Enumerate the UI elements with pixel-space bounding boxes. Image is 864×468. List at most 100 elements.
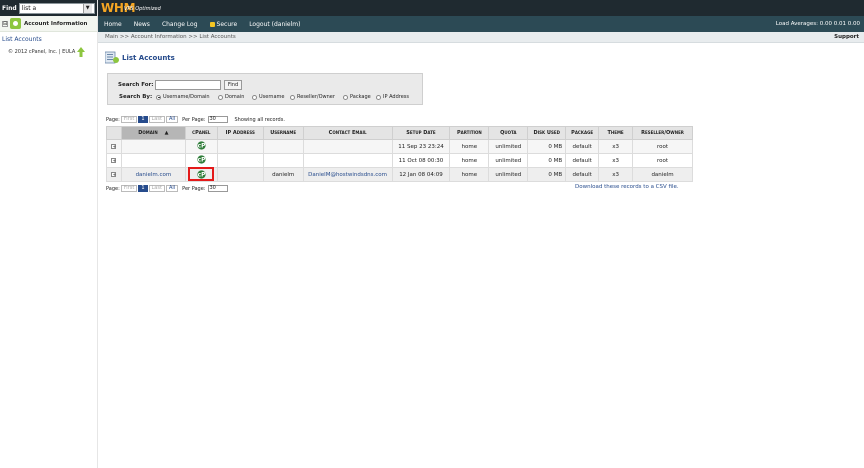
radio-dot[interactable] <box>156 94 161 100</box>
expand-icon[interactable]: + <box>111 143 117 149</box>
svg-text:cP: cP <box>197 144 205 150</box>
collapse-icon[interactable]: ⊟ <box>2 20 8 27</box>
list-accounts-icon <box>105 51 119 64</box>
col-setup-date[interactable]: Setup Date <box>391 126 451 140</box>
radio-dot[interactable] <box>376 94 381 100</box>
per-page-input[interactable]: 30 <box>207 116 228 123</box>
col-expand <box>106 126 122 140</box>
cpanel-link[interactable]: cP <box>197 155 206 164</box>
page-label: Page: <box>106 185 120 192</box>
pager-bottom: Page: First 1 Last All Per Page: 30 <box>106 185 228 192</box>
nav-logout[interactable]: Logout (danielm) <box>249 21 300 28</box>
nav-change-log[interactable]: Change Log <box>162 21 198 28</box>
pager-first[interactable]: First <box>120 185 138 192</box>
pager-current[interactable]: 1 <box>138 185 148 192</box>
domain-cell[interactable] <box>120 153 186 168</box>
email-cell[interactable] <box>302 139 393 154</box>
radio-dot[interactable] <box>290 94 295 100</box>
expand-icon[interactable]: + <box>111 171 117 177</box>
radio-ip-address[interactable]: IP Address <box>376 94 409 100</box>
pager-all[interactable]: All <box>165 116 179 123</box>
find-input[interactable]: list a ▼ <box>18 2 95 14</box>
expand-icon[interactable]: + <box>111 157 117 163</box>
pager-last[interactable]: Last <box>148 185 165 192</box>
email-cell[interactable]: DanielM@hostwindsdns.com <box>302 167 393 182</box>
accounts-table: Domain ▲ cPanel IP Address Username Cont… <box>106 126 693 182</box>
chevron-down-icon[interactable]: ▼ <box>82 3 92 13</box>
setup-date-cell: 12 Jan 08 04:09 <box>391 167 451 182</box>
radio-username-domain[interactable]: Username/Domain <box>156 94 210 100</box>
col-theme[interactable]: Theme <box>598 126 634 140</box>
scroll-up-icon[interactable] <box>77 47 86 57</box>
pager-all[interactable]: All <box>165 185 179 192</box>
col-reseller-owner[interactable]: Reseller/Owner <box>632 126 693 140</box>
radio-dot[interactable] <box>343 94 348 100</box>
nav-home[interactable]: Home <box>104 21 122 28</box>
domain-cell[interactable] <box>120 139 186 154</box>
find-button[interactable]: Find <box>224 80 242 90</box>
partition-cell: home <box>449 153 490 168</box>
cpanel-link-highlighted[interactable]: cP <box>188 167 215 181</box>
per-page-input[interactable]: 30 <box>207 185 228 192</box>
sidebar-item-list-accounts[interactable]: List Accounts <box>0 32 97 47</box>
search-for-label: Search For: <box>118 82 154 88</box>
col-disk-used[interactable]: Disk Used <box>527 126 567 140</box>
cpanel-icon[interactable]: cP <box>197 169 206 179</box>
sort-asc-icon[interactable]: ▲ <box>165 130 169 136</box>
username-cell <box>262 139 304 154</box>
nav-news[interactable]: News <box>134 21 150 28</box>
col-quota[interactable]: Quota <box>488 126 529 140</box>
radio-reseller-owner[interactable]: Reseller/Owner <box>290 94 335 100</box>
quota-cell: unlimited <box>488 167 529 182</box>
quota-cell: unlimited <box>488 153 529 168</box>
col-cpanel: cPanel <box>184 126 218 140</box>
nav-secure[interactable]: Secure <box>209 21 237 28</box>
col-domain[interactable]: Domain ▲ <box>120 126 186 140</box>
cpanel-icon[interactable]: cP <box>197 141 206 150</box>
svg-text:cP: cP <box>197 172 205 178</box>
radio-dot[interactable] <box>218 94 223 100</box>
email-link[interactable]: DanielM@hostwindsdns.com <box>308 172 387 178</box>
find-label: Find <box>2 4 17 12</box>
cpanel-icon[interactable]: cP <box>197 155 206 164</box>
cpanel-link[interactable]: cP <box>197 141 206 150</box>
owner-cell: danielm <box>632 167 693 182</box>
domain-cell[interactable]: danielm.com <box>120 167 186 182</box>
radio-package[interactable]: Package <box>343 94 371 100</box>
support-link[interactable]: Support <box>834 34 859 40</box>
pager-last[interactable]: Last <box>148 116 165 123</box>
copyright-text[interactable]: © 2012 cPanel, Inc. | EULA <box>8 49 75 55</box>
owner-cell: root <box>632 153 693 168</box>
col-contact-email[interactable]: Contact Email <box>302 126 393 140</box>
setup-date-cell: 11 Sep 23 23:24 <box>391 139 451 154</box>
radio-domain[interactable]: Domain <box>218 94 244 100</box>
top-header: WHM VPS Optimized <box>98 0 864 16</box>
csv-download-link[interactable]: Download these records to a CSV file. <box>575 184 679 190</box>
pager-current[interactable]: 1 <box>138 116 148 123</box>
expand-cell: + <box>106 153 122 168</box>
load-averages: Load Averages: 0.00 0.01 0.00 <box>775 21 860 27</box>
partition-cell: home <box>449 139 490 154</box>
col-username[interactable]: Username <box>262 126 304 140</box>
radio-dot[interactable] <box>252 94 257 100</box>
theme-cell: x3 <box>598 139 634 154</box>
cpanel-cell: cP <box>184 153 218 168</box>
pager-first[interactable]: First <box>120 116 138 123</box>
radio-label: Username/Domain <box>163 94 210 100</box>
disk-used-cell: 0 MB <box>527 153 567 168</box>
per-page-label: Per Page: <box>182 185 206 192</box>
domain-link[interactable]: danielm.com <box>136 172 172 178</box>
disk-used-cell: 0 MB <box>527 167 567 182</box>
radio-label: Package <box>350 94 371 100</box>
col-partition[interactable]: Partition <box>449 126 490 140</box>
col-ip-address[interactable]: IP Address <box>216 126 264 140</box>
email-cell[interactable] <box>302 153 393 168</box>
setup-date-cell: 11 Oct 08 00:30 <box>391 153 451 168</box>
radio-username[interactable]: Username <box>252 94 285 100</box>
page-title-area: List Accounts <box>105 51 175 64</box>
expand-cell: + <box>106 167 122 182</box>
breadcrumb[interactable]: Main >> Account Information >> List Acco… <box>105 34 236 40</box>
col-package[interactable]: Package <box>565 126 600 140</box>
search-input[interactable] <box>155 80 221 90</box>
sidebar-group-account-information[interactable]: ⊟ Account Information <box>0 16 97 32</box>
